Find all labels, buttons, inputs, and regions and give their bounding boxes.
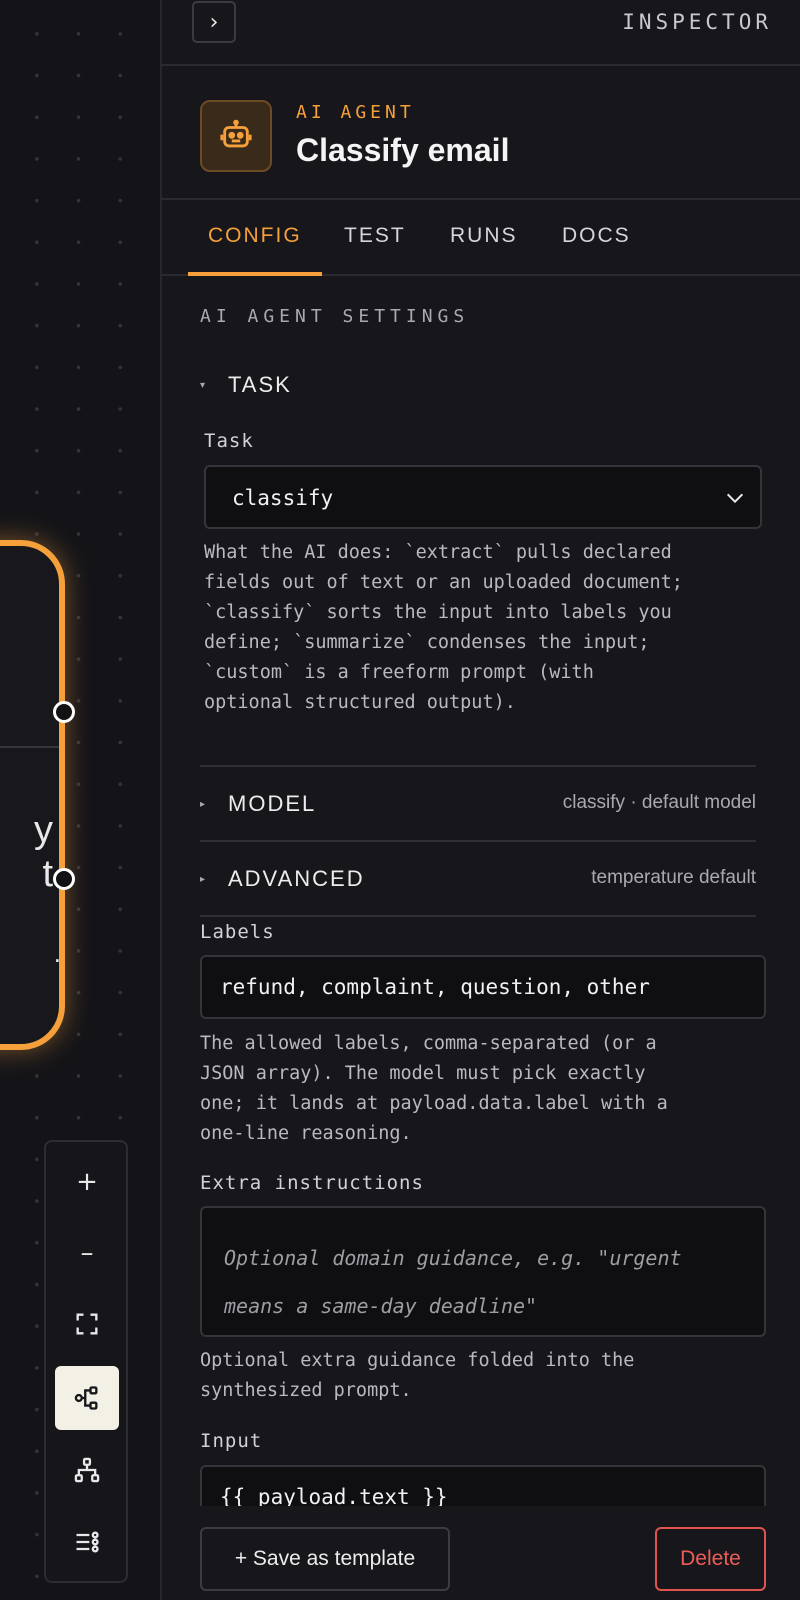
extra-instructions-textarea[interactable]: Optional domain guidance, e.g. "urgent m… <box>200 1206 766 1337</box>
labels-help-text: The allowed labels, comma-separated (or … <box>200 1033 668 1144</box>
workflow-canvas[interactable]: y t . + – <box>0 0 160 1600</box>
labels-input-value: refund, complaint, question, other <box>220 975 650 999</box>
tab-runs[interactable]: RUNS <box>450 224 518 248</box>
list-view-button[interactable] <box>55 1510 119 1574</box>
caret-down-icon: ▾ <box>200 379 208 391</box>
advanced-section-summary: temperature default <box>591 867 756 888</box>
save-as-template-button[interactable]: + Save as template <box>200 1527 450 1591</box>
task-select-value: classify <box>232 486 334 510</box>
node-kind-label: AI AGENT <box>296 102 415 123</box>
node-label-line: t <box>42 853 53 895</box>
section-divider <box>200 765 756 767</box>
task-section-toggle[interactable]: ▾ TASK <box>200 372 292 398</box>
zoom-out-button[interactable]: – <box>55 1221 119 1285</box>
active-tab-indicator <box>188 272 322 276</box>
inspector-header: › INSPECTOR <box>162 0 800 66</box>
model-section-summary: classify · default model <box>562 792 756 813</box>
caret-right-icon: ▸ <box>200 873 208 885</box>
advanced-section-title: ADVANCED <box>228 866 365 891</box>
connect-mode-button[interactable] <box>55 1366 119 1430</box>
inspector-tabs: CONFIG TEST RUNS DOCS <box>162 200 800 276</box>
node-title: Classify email <box>296 132 510 168</box>
chevron-down-icon <box>726 493 744 504</box>
section-divider <box>200 840 756 842</box>
canvas-toolbar: + – <box>44 1140 128 1583</box>
branch-icon <box>74 1386 98 1410</box>
fit-view-button[interactable] <box>55 1292 119 1356</box>
tab-test[interactable]: TEST <box>344 224 406 248</box>
task-section-title: TASK <box>228 372 292 397</box>
extra-instructions-placeholder: Optional domain guidance, e.g. "urgent m… <box>224 1246 682 1318</box>
task-field-label: Task <box>204 430 254 452</box>
plus-icon: + <box>76 1167 98 1197</box>
inspector-panel: › INSPECTOR AI AGENT Classify email CONF… <box>160 0 800 1600</box>
zoom-in-button[interactable]: + <box>55 1150 119 1214</box>
tab-docs[interactable]: DOCS <box>562 224 631 248</box>
extra-instructions-help: Optional extra guidance folded into the … <box>200 1350 635 1401</box>
node-output-port[interactable] <box>53 868 75 890</box>
extra-instructions-label: Extra instructions <box>200 1172 424 1194</box>
task-select[interactable]: classify <box>204 465 762 529</box>
settings-section-heading: AI AGENT SETTINGS <box>200 306 470 327</box>
inspector-footer: + Save as template Delete <box>162 1506 800 1600</box>
advanced-section-toggle[interactable]: ▸ ADVANCED <box>200 866 365 892</box>
robot-icon <box>200 100 272 172</box>
model-section-title: MODEL <box>228 791 317 816</box>
task-help-text: What the AI does: `extract` pulls declar… <box>204 542 683 713</box>
chevron-right-icon: › <box>209 9 219 35</box>
collapse-panel-button[interactable]: › <box>192 1 236 43</box>
node-output-port[interactable] <box>53 701 75 723</box>
labels-field-label: Labels <box>200 921 275 943</box>
labels-input[interactable]: refund, complaint, question, other <box>200 955 766 1019</box>
node-label-trailing: . <box>53 938 61 968</box>
auto-layout-button[interactable] <box>55 1438 119 1502</box>
inspector-title: INSPECTOR <box>622 10 772 34</box>
fit-view-icon <box>76 1313 98 1335</box>
node-divider <box>0 746 59 748</box>
node-label-line: y <box>34 809 53 851</box>
section-divider <box>200 915 756 917</box>
node-header: AI AGENT Classify email <box>162 66 800 200</box>
node-label: y t <box>34 808 53 896</box>
selected-workflow-node[interactable]: y t . <box>0 540 65 1050</box>
minus-icon: – <box>80 1238 94 1268</box>
tree-layout-icon <box>74 1457 100 1483</box>
caret-right-icon: ▸ <box>200 798 208 810</box>
input-field-label: Input <box>200 1430 263 1452</box>
delete-button[interactable]: Delete <box>655 1527 766 1591</box>
model-section-toggle[interactable]: ▸ MODEL <box>200 791 316 817</box>
list-settings-icon <box>76 1531 99 1553</box>
tab-config[interactable]: CONFIG <box>208 224 302 248</box>
